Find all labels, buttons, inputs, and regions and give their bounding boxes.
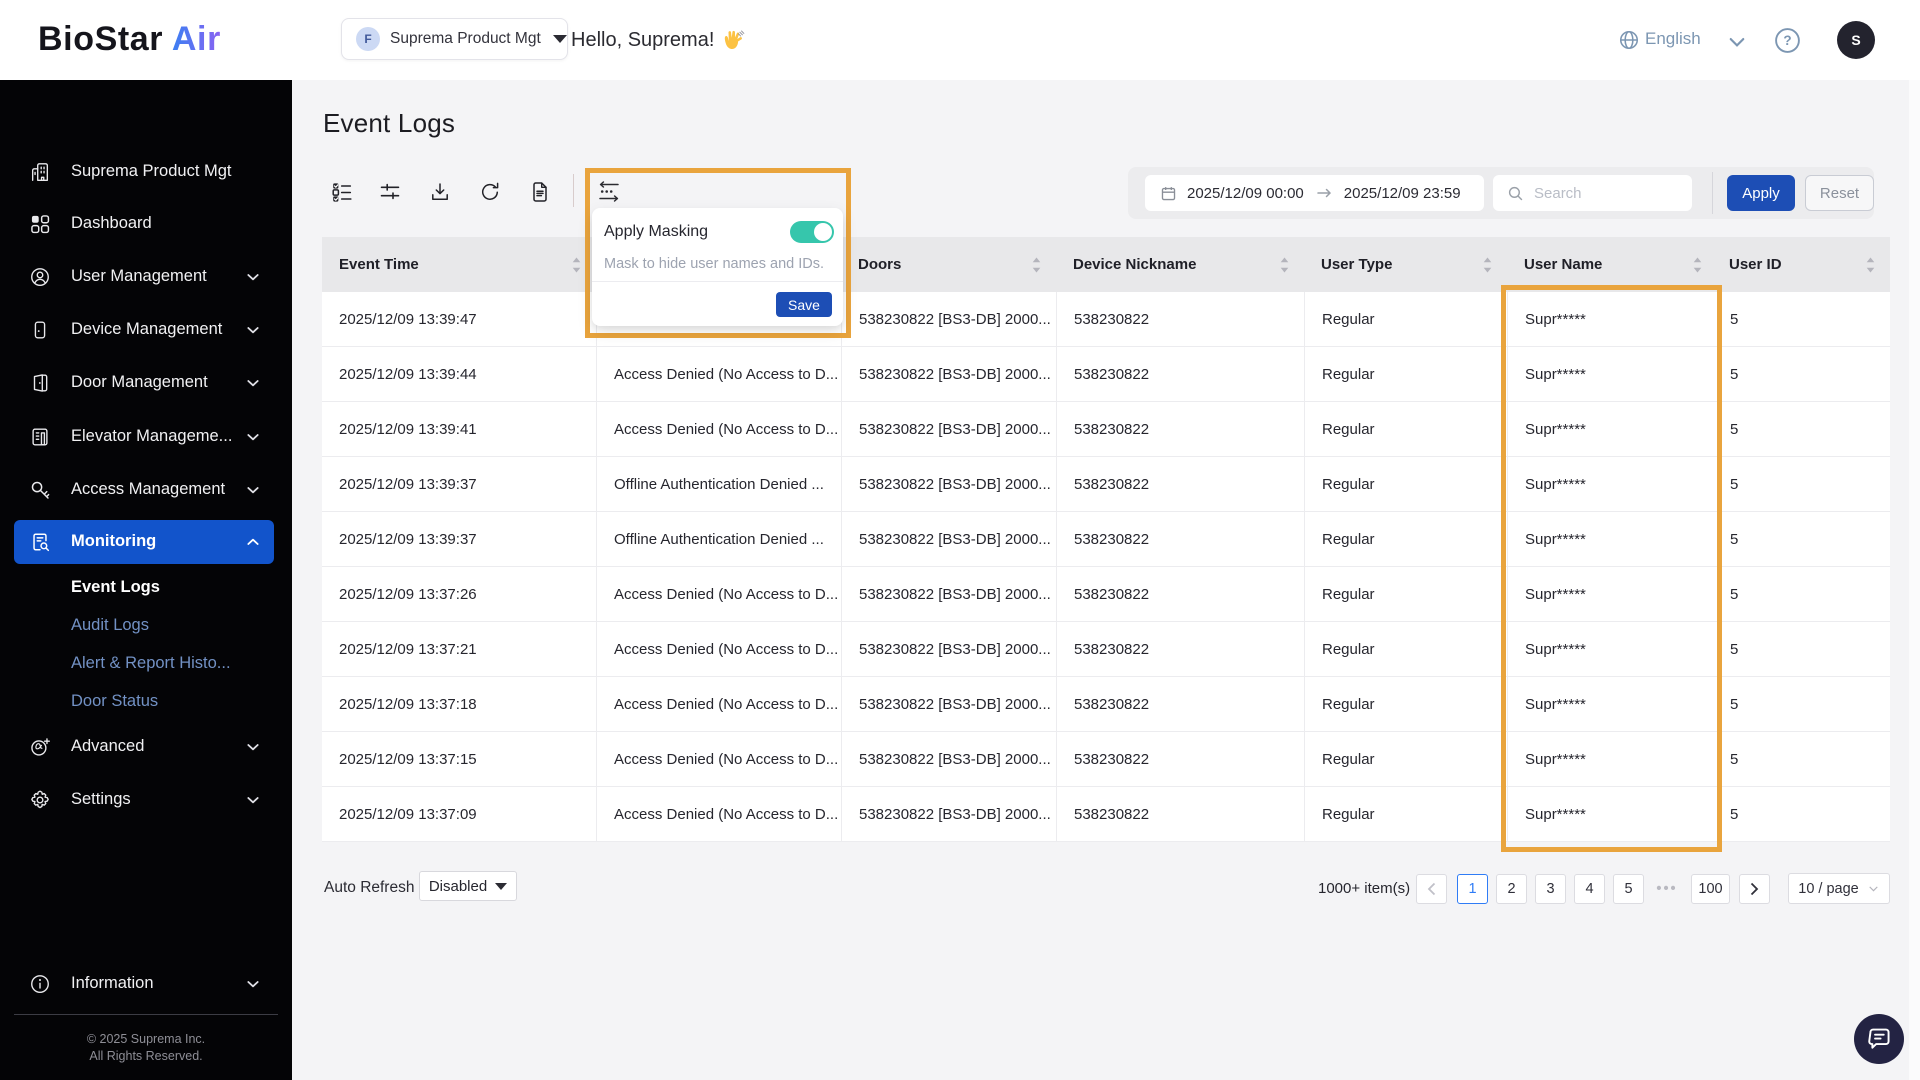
svg-text:?: ? [1783,33,1791,48]
